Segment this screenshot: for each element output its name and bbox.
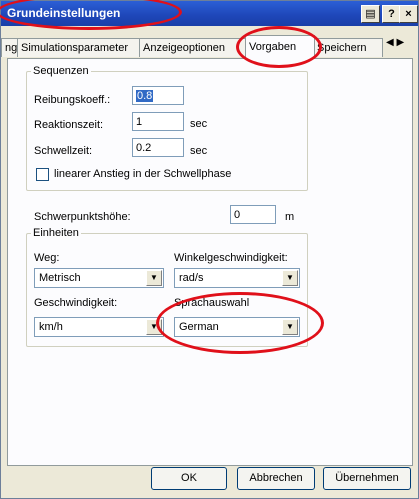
- weg-label: Weg:: [34, 252, 60, 264]
- geschw-select[interactable]: km/h ▼: [34, 317, 164, 337]
- title-bar[interactable]: Grundeinstellungen ▤ ? ×: [1, 1, 418, 26]
- tab-simulationsparameter[interactable]: Simulationsparameter: [17, 38, 143, 57]
- tab-strip: ng Simulationsparameter Anzeigeoptionen …: [1, 35, 418, 59]
- sprache-value: German: [179, 321, 219, 333]
- tab-speichern[interactable]: Speichern: [313, 38, 383, 57]
- sprache-select[interactable]: German ▼: [174, 317, 300, 337]
- chevron-down-icon[interactable]: ▼: [146, 270, 162, 286]
- ok-button[interactable]: OK: [151, 467, 227, 490]
- geschw-label: Geschwindigkeit:: [34, 297, 118, 309]
- tab-panel-vorgaben: Sequenzen Reibungskoeff.: 0.8 Reaktionsz…: [7, 58, 413, 466]
- linear-label: linearer Anstieg in der Schwellphase: [54, 168, 232, 180]
- winkel-select[interactable]: rad/s ▼: [174, 268, 300, 288]
- schwell-label: Schwellzeit:: [34, 145, 93, 157]
- schwell-unit: sec: [190, 145, 208, 157]
- reibung-input[interactable]: 0.8: [132, 86, 184, 105]
- schwerpunkt-input[interactable]: 0: [230, 205, 276, 224]
- toolbar-icon[interactable]: ▤: [361, 5, 380, 23]
- scroll-left-icon[interactable]: ◀: [386, 37, 394, 48]
- winkel-value: rad/s: [179, 272, 204, 284]
- window-title: Grundeinstellungen: [7, 6, 121, 20]
- chevron-down-icon[interactable]: ▼: [282, 270, 298, 286]
- schwell-input[interactable]: 0.2: [132, 138, 184, 157]
- reaktion-unit: sec: [190, 118, 208, 130]
- tab-vorgaben[interactable]: Vorgaben: [245, 35, 315, 59]
- schwerpunkt-unit: m: [285, 211, 295, 223]
- settings-dialog: Grundeinstellungen ▤ ? × ng Simulationsp…: [0, 0, 419, 499]
- tab-anzeigeoptionen[interactable]: Anzeigeoptionen: [139, 38, 247, 57]
- weg-select[interactable]: Metrisch ▼: [34, 268, 164, 288]
- tab-scroll: ◀ ▶: [386, 37, 418, 55]
- reaktion-label: Reaktionszeit:: [34, 119, 104, 131]
- sprache-label: Sprachauswahl: [174, 297, 250, 309]
- reaktion-input[interactable]: 1: [132, 112, 184, 131]
- close-button[interactable]: ×: [399, 5, 418, 23]
- sequenzen-legend: Sequenzen: [33, 65, 89, 77]
- chevron-down-icon[interactable]: ▼: [282, 319, 298, 335]
- scroll-right-icon[interactable]: ▶: [396, 37, 404, 48]
- chevron-down-icon[interactable]: ▼: [146, 319, 162, 335]
- reibung-label: Reibungskoeff.:: [34, 94, 111, 106]
- linear-checkbox[interactable]: [36, 168, 49, 181]
- winkel-label: Winkelgeschwindigkeit:: [174, 252, 288, 264]
- schwerpunkt-label: Schwerpunktshöhe:: [34, 211, 131, 223]
- weg-value: Metrisch: [39, 272, 81, 284]
- cancel-button[interactable]: Abbrechen: [237, 467, 315, 490]
- einheiten-legend: Einheiten: [33, 227, 79, 239]
- geschw-value: km/h: [39, 321, 63, 333]
- apply-button[interactable]: Übernehmen: [323, 467, 411, 490]
